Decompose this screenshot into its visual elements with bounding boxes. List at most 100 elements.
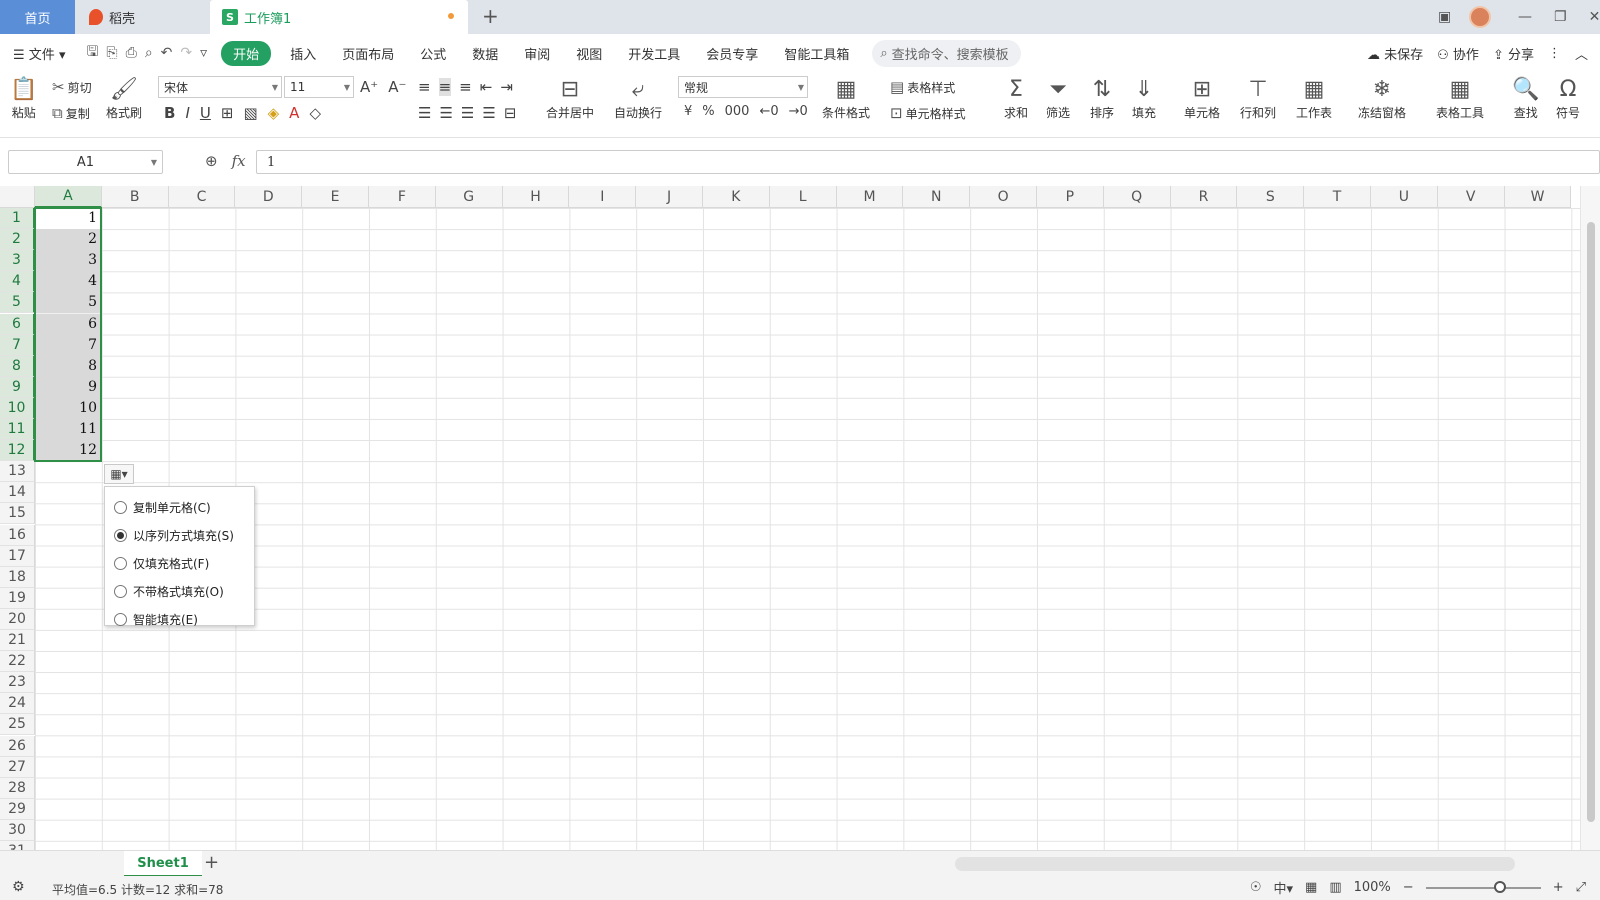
- column-header-o[interactable]: O: [970, 186, 1037, 208]
- menu-tab-smart-tools[interactable]: 智能工具箱: [771, 44, 862, 63]
- cell-a8[interactable]: 8: [35, 355, 101, 377]
- add-sheet-button[interactable]: +: [204, 852, 219, 873]
- row-header-30[interactable]: 30: [0, 819, 35, 841]
- more-icon[interactable]: ⋮: [1548, 46, 1561, 61]
- print-icon[interactable]: ⎙: [126, 45, 137, 61]
- close-button[interactable]: ✕: [1589, 9, 1600, 25]
- zoom-in-icon[interactable]: +: [1553, 880, 1564, 895]
- row-header-6[interactable]: 6: [0, 313, 35, 335]
- zoom-level[interactable]: 100%: [1354, 880, 1391, 895]
- row-header-10[interactable]: 10: [0, 397, 35, 419]
- increase-indent-icon[interactable]: ⇥: [500, 78, 513, 96]
- row-header-26[interactable]: 26: [0, 735, 35, 757]
- cell-shading-icon[interactable]: ▧: [243, 104, 257, 122]
- font-color-icon[interactable]: A: [289, 104, 299, 122]
- radio-icon[interactable]: [114, 528, 127, 542]
- radio-icon[interactable]: [114, 500, 127, 514]
- decrease-decimal-icon[interactable]: →0: [789, 104, 808, 119]
- column-header-h[interactable]: H: [502, 186, 570, 208]
- sheet-tab-sheet1[interactable]: Sheet1: [124, 851, 202, 877]
- fill-option-0[interactable]: 复制单元格(C): [105, 493, 254, 521]
- fill-color-icon[interactable]: ◈: [268, 104, 280, 122]
- column-header-m[interactable]: M: [836, 186, 904, 208]
- column-header-a[interactable]: A: [35, 186, 102, 208]
- cell-a11[interactable]: 11: [35, 419, 101, 440]
- number-format-select[interactable]: 常规 ▼: [678, 76, 808, 98]
- row-header-7[interactable]: 7: [0, 334, 35, 356]
- vertical-scroll-thumb[interactable]: [1587, 222, 1595, 822]
- row-header-11[interactable]: 11: [0, 419, 35, 440]
- print-preview-icon[interactable]: ⌕: [145, 45, 153, 61]
- column-header-k[interactable]: K: [703, 186, 770, 208]
- currency-icon[interactable]: ¥: [684, 104, 692, 119]
- undo-icon[interactable]: ↶: [161, 45, 173, 61]
- fullscreen-icon[interactable]: ⤢: [1576, 880, 1586, 895]
- menu-tab-formula[interactable]: 公式: [407, 44, 459, 63]
- column-header-t[interactable]: T: [1304, 186, 1371, 208]
- menu-tab-developer[interactable]: 开发工具: [615, 44, 693, 63]
- collab-button[interactable]: ⚇ 协作: [1437, 44, 1479, 63]
- cell-a9[interactable]: 9: [35, 376, 101, 398]
- align-top-icon[interactable]: ≡: [418, 78, 431, 96]
- row-header-20[interactable]: 20: [0, 608, 35, 630]
- file-menu[interactable]: ☰ 文件 ▾: [0, 44, 78, 63]
- cell-a1[interactable]: 1: [35, 208, 101, 229]
- row-header-3[interactable]: 3: [0, 250, 35, 272]
- normal-view-icon[interactable]: ▦: [1305, 880, 1317, 895]
- horizontal-scrollbar[interactable]: [955, 857, 1515, 871]
- cell-a12[interactable]: 12: [35, 440, 101, 462]
- paste-button[interactable]: 📋 粘贴: [10, 74, 37, 121]
- freeze-panes-button[interactable]: ❄ 冻结窗格: [1358, 74, 1406, 121]
- wrap-text-button[interactable]: ⤶ 自动换行: [614, 74, 662, 121]
- column-header-g[interactable]: G: [435, 186, 503, 208]
- command-search-box[interactable]: ⌕ 查找命令、搜索模板: [872, 39, 1021, 67]
- cell-a2[interactable]: 2: [35, 229, 101, 251]
- row-header-12[interactable]: 12: [0, 440, 35, 462]
- row-header-27[interactable]: 27: [0, 756, 35, 778]
- row-header-29[interactable]: 29: [0, 798, 35, 820]
- cell-a6[interactable]: 6: [35, 313, 101, 335]
- formula-input[interactable]: 1: [256, 150, 1600, 174]
- merge-center-button[interactable]: ⊟ 合并居中: [546, 74, 594, 121]
- minimize-button[interactable]: —: [1518, 9, 1532, 25]
- grid-lines[interactable]: [35, 208, 1580, 850]
- row-header-25[interactable]: 25: [0, 714, 35, 736]
- fill-option-2[interactable]: 仅填充格式(F): [105, 549, 254, 577]
- customize-qat-icon[interactable]: ▿: [200, 45, 207, 61]
- zoom-slider[interactable]: [1425, 880, 1541, 893]
- underline-icon[interactable]: U: [200, 104, 211, 122]
- decrease-font-icon[interactable]: A⁻: [388, 78, 406, 96]
- window-layout-icon[interactable]: ▣: [1438, 9, 1451, 25]
- justify-icon[interactable]: ☰: [482, 104, 495, 122]
- table-style-button[interactable]: ▤ 表格样式: [890, 78, 955, 96]
- align-center-icon[interactable]: ☰: [439, 104, 452, 122]
- rows-cols-button[interactable]: ⊤ 行和列: [1240, 74, 1276, 121]
- radio-icon[interactable]: [114, 556, 127, 570]
- increase-font-icon[interactable]: A⁺: [360, 78, 378, 96]
- tab-daoke[interactable]: 稻壳: [75, 0, 210, 34]
- row-header-4[interactable]: 4: [0, 271, 35, 293]
- row-header-28[interactable]: 28: [0, 777, 35, 799]
- cell-a7[interactable]: 7: [35, 334, 101, 356]
- column-header-d[interactable]: D: [235, 186, 303, 208]
- row-header-22[interactable]: 22: [0, 651, 35, 673]
- cell-style-button[interactable]: ⊡ 单元格样式: [890, 104, 966, 122]
- row-header-21[interactable]: 21: [0, 630, 35, 651]
- radio-icon[interactable]: [114, 612, 127, 626]
- row-header-9[interactable]: 9: [0, 376, 35, 398]
- auto-fill-options-button[interactable]: ▦▾: [104, 464, 134, 484]
- tab-workbook[interactable]: S 工作簿1: [210, 0, 468, 34]
- vertical-scrollbar[interactable]: [1580, 186, 1600, 850]
- restore-button[interactable]: ❐: [1554, 9, 1567, 25]
- worksheet-button[interactable]: ▦ 工作表: [1296, 74, 1332, 121]
- row-header-23[interactable]: 23: [0, 672, 35, 694]
- filter-button[interactable]: ⏷ 筛选: [1046, 74, 1070, 121]
- cell-a5[interactable]: 5: [35, 292, 101, 314]
- font-name-select[interactable]: 宋体 ▼: [158, 76, 282, 98]
- sort-button[interactable]: ⇅ 排序: [1090, 74, 1114, 121]
- column-header-s[interactable]: S: [1237, 186, 1305, 208]
- page-layout-view-icon[interactable]: ▥: [1329, 880, 1341, 895]
- row-header-15[interactable]: 15: [0, 503, 35, 525]
- column-header-e[interactable]: E: [302, 186, 369, 208]
- cell-a4[interactable]: 4: [35, 271, 101, 293]
